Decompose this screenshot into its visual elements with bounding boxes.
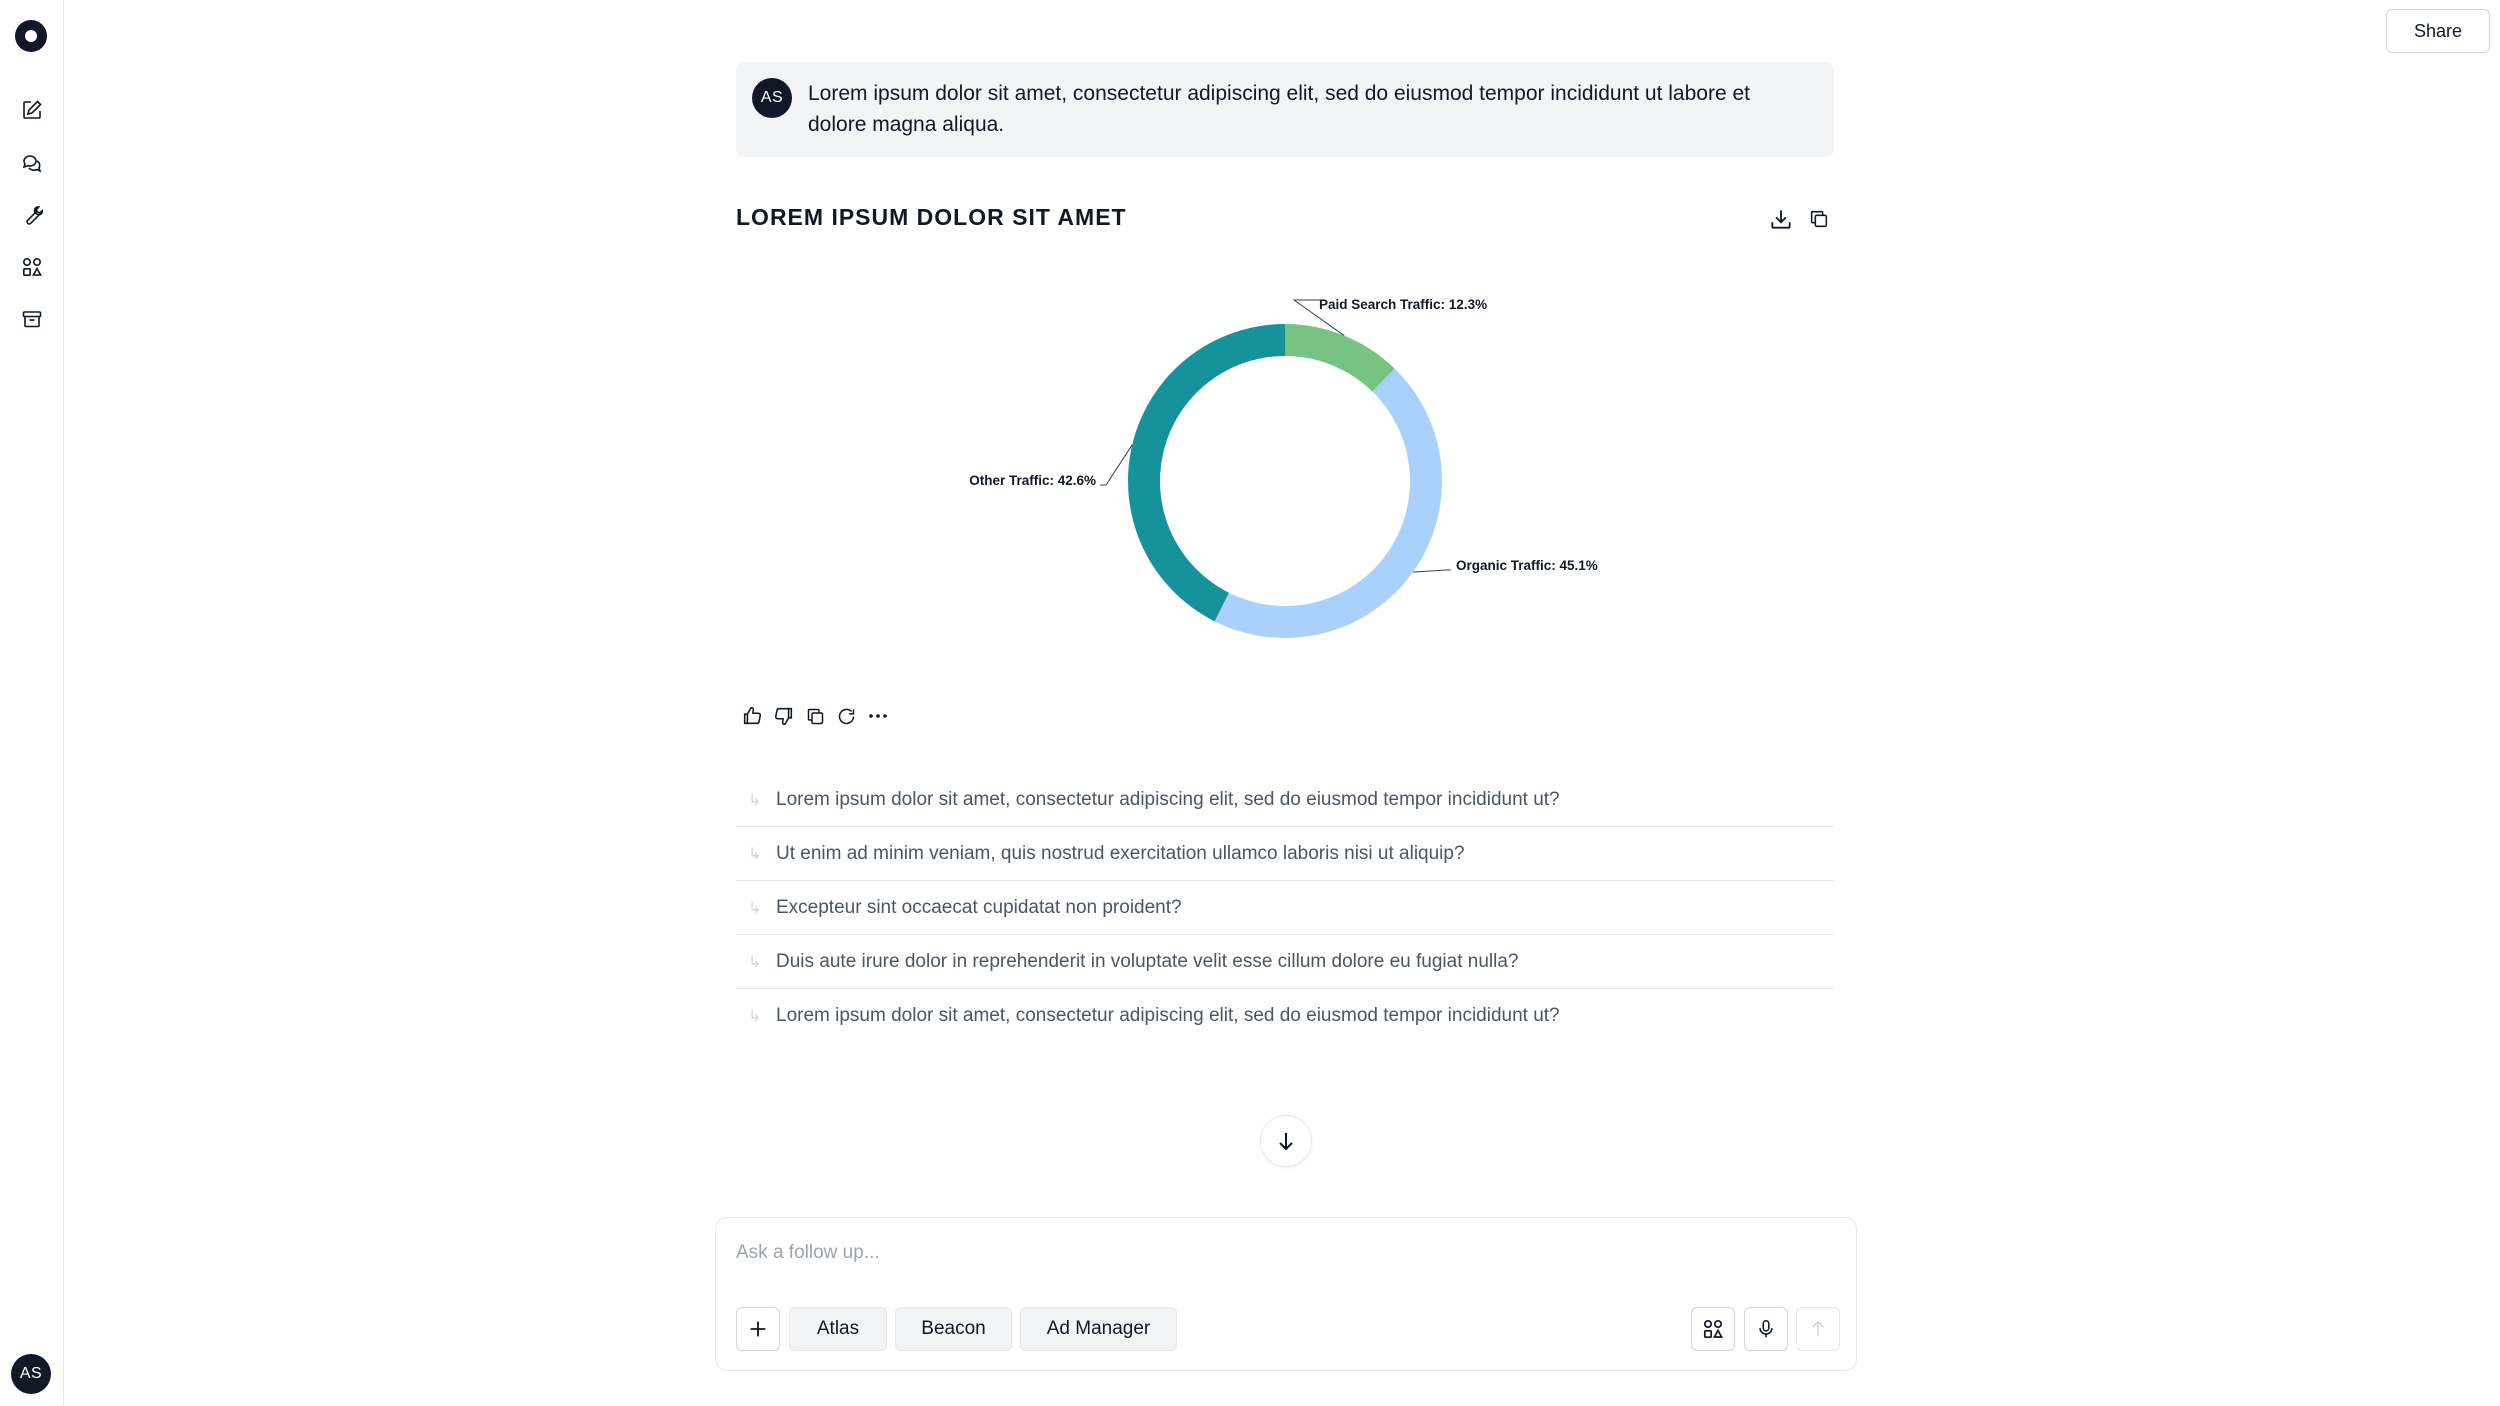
suggestion-item[interactable]: ↳ Excepteur sint occaecat cupidatat non p… <box>736 881 1834 935</box>
suggestion-text: Lorem ipsum dolor sit amet, consectetur … <box>776 1005 1560 1026</box>
logo[interactable] <box>15 20 47 52</box>
archive-icon[interactable] <box>16 303 48 335</box>
copy-chart-icon[interactable] <box>1804 204 1834 234</box>
suggestion-arrow-icon: ↳ <box>748 899 762 917</box>
leader-line <box>1100 444 1133 486</box>
scroll-down-button[interactable] <box>1260 1115 1312 1167</box>
apps-tool-button[interactable] <box>1691 1307 1735 1351</box>
add-attachment-button[interactable] <box>736 1307 780 1351</box>
arrow-up-icon <box>1811 1320 1825 1337</box>
thumbs-down-icon[interactable] <box>770 702 798 730</box>
apps-icon[interactable] <box>16 251 48 283</box>
copy-icon[interactable] <box>801 702 829 730</box>
suggestion-text: Excepteur sint occaecat cupidatat non pr… <box>776 896 1182 918</box>
slice-label: Other Traffic: 42.6% <box>969 473 1096 488</box>
download-icon[interactable] <box>1766 204 1796 234</box>
donut-chart: Paid Search Traffic: 12.3% Organic Traffi… <box>736 270 1834 670</box>
suggestion-list: ↳ Lorem ipsum dolor sit amet, consectetur… <box>736 773 1834 1043</box>
message-avatar: AS <box>752 78 792 118</box>
user-avatar[interactable]: AS <box>11 1354 51 1394</box>
slice-label: Organic Traffic: 45.1% <box>1456 558 1598 573</box>
chip-beacon[interactable]: Beacon <box>895 1307 1012 1351</box>
composer: Atlas Beacon Ad Manager <box>715 1217 1857 1371</box>
microphone-icon <box>1759 1319 1773 1338</box>
leader-line <box>1412 569 1451 573</box>
chip-ad-manager[interactable]: Ad Manager <box>1020 1307 1177 1351</box>
suggestion-text: Ut enim ad minim veniam, quis nostrud ex… <box>776 842 1465 864</box>
chip-atlas[interactable]: Atlas <box>789 1307 887 1351</box>
suggestion-arrow-icon: ↳ <box>748 845 762 863</box>
sidebar: AS <box>0 0 64 1406</box>
logo-dot <box>25 30 37 42</box>
regenerate-icon[interactable] <box>832 702 860 730</box>
suggestion-arrow-icon: ↳ <box>748 953 762 971</box>
more-icon[interactable] <box>864 702 892 730</box>
apps-icon <box>1703 1319 1724 1339</box>
arrow-down-icon <box>1279 1133 1293 1151</box>
donut-slice[interactable] <box>1214 368 1442 639</box>
chat-icon[interactable] <box>16 147 48 179</box>
user-message: AS Lorem ipsum dolor sit amet, consectet… <box>736 62 1834 157</box>
chart-title: LOREM IPSUM DOLOR SIT AMET <box>736 204 1127 230</box>
edit-icon[interactable] <box>16 94 48 126</box>
suggestion-text: Duis aute irure dolor in reprehenderit i… <box>776 950 1519 972</box>
slice-label: Paid Search Traffic: 12.3% <box>1319 297 1487 312</box>
send-button[interactable] <box>1796 1307 1840 1351</box>
suggestion-arrow-icon: ↳ <box>748 791 762 809</box>
user-message-text: Lorem ipsum dolor sit amet, consectetur … <box>808 82 1750 136</box>
thumbs-up-icon[interactable] <box>738 702 766 730</box>
wrench-icon[interactable] <box>16 199 48 231</box>
chart-svg: Paid Search Traffic: 12.3% Organic Traffi… <box>969 297 1598 639</box>
suggestion-text: Lorem ipsum dolor sit amet, consectetur … <box>776 788 1560 810</box>
plus-icon <box>750 1321 766 1337</box>
suggestion-item[interactable]: ↳ Lorem ipsum dolor sit amet, consectetur… <box>736 989 1834 1043</box>
suggestion-item[interactable]: ↳ Lorem ipsum dolor sit amet, consectetur… <box>736 773 1834 827</box>
share-button[interactable]: Share <box>2386 9 2490 53</box>
follow-up-input[interactable] <box>736 1238 1736 1268</box>
microphone-button[interactable] <box>1744 1307 1788 1351</box>
donut-slice[interactable] <box>1128 324 1285 622</box>
suggestion-item[interactable]: ↳ Ut enim ad minim veniam, quis nostrud e… <box>736 827 1834 881</box>
suggestion-arrow-icon: ↳ <box>748 1008 762 1025</box>
suggestion-item[interactable]: ↳ Duis aute irure dolor in reprehenderit … <box>736 935 1834 989</box>
donut-slice[interactable] <box>1285 324 1395 392</box>
